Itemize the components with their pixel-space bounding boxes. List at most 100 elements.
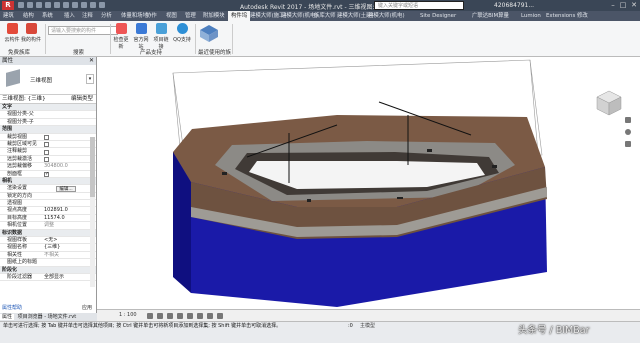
3d-view-icon: [6, 69, 20, 87]
property-row[interactable]: 视点高度 102891.0: [0, 207, 96, 215]
tab-20[interactable]: Extensions: [546, 11, 575, 21]
property-label: 注释裁剪: [7, 148, 28, 155]
property-checkbox[interactable]: [44, 142, 49, 148]
official-site-button[interactable]: 官方网站: [132, 23, 150, 50]
property-row[interactable]: 剖面框: [0, 171, 96, 178]
hide-icon[interactable]: [217, 313, 223, 319]
shadows-icon[interactable]: [177, 313, 183, 319]
tab-project-browser[interactable]: 项目浏览器 - 场地文件.rvt: [16, 314, 79, 320]
chevron-down-icon[interactable]: ▾: [86, 74, 94, 84]
recent-family-thumbnail[interactable]: [198, 23, 220, 43]
tab-19[interactable]: Lumion: [521, 11, 541, 21]
project-link-button[interactable]: 项目链接: [152, 23, 170, 50]
property-value[interactable]: 全部显示: [44, 274, 64, 281]
tab-18[interactable]: 广联达BIM算量: [472, 11, 509, 21]
property-value[interactable]: 不相关: [44, 252, 59, 259]
cloud-family-button[interactable]: 云构件: [4, 23, 20, 47]
tab-11[interactable]: 构件坞: [228, 11, 251, 21]
property-value[interactable]: 调整: [44, 222, 54, 229]
workset-count: :0: [348, 323, 353, 329]
tab-properties[interactable]: 属性: [0, 314, 15, 320]
lock-icon[interactable]: [207, 313, 213, 319]
property-value[interactable]: {三维}: [44, 244, 60, 251]
save-icon[interactable]: [27, 2, 33, 8]
property-value[interactable]: 102891.0: [44, 207, 68, 214]
close-icon[interactable]: ✕: [629, 1, 639, 10]
property-group: 标识数据: [0, 229, 96, 238]
3d-view-icon[interactable]: [90, 2, 96, 8]
properties-help-link[interactable]: 属性帮助: [2, 304, 22, 311]
property-row[interactable]: 视图分类-子: [0, 119, 96, 127]
type-selector[interactable]: 三维视图 ▾: [0, 65, 96, 95]
tab-16[interactable]: 建模大师(机电): [368, 11, 405, 21]
tab-8[interactable]: 视图: [166, 11, 177, 21]
sun-path-icon[interactable]: [167, 313, 173, 319]
tab-5[interactable]: 分析: [101, 11, 112, 21]
tab-2[interactable]: 系统: [42, 11, 53, 21]
tab-13[interactable]: 建模大师(机电): [281, 11, 318, 21]
revit-app-icon[interactable]: R: [2, 1, 14, 10]
property-edit-button[interactable]: 编辑...: [56, 185, 76, 192]
property-row[interactable]: 视图名称 {三维}: [0, 244, 96, 252]
3d-viewport[interactable]: [97, 57, 640, 309]
property-row[interactable]: 相机位置 调整: [0, 222, 96, 230]
qq-support-button[interactable]: QQ支持: [172, 23, 192, 47]
property-row[interactable]: 渲染设置 编辑...: [0, 185, 96, 193]
print-icon[interactable]: [63, 2, 69, 8]
status-message: 单击可进行选择; 按 Tab 键并单击可选择其他项目; 按 Ctrl 键并单击可…: [3, 323, 282, 329]
redo-icon[interactable]: [54, 2, 60, 8]
design-option[interactable]: 主模型: [360, 322, 375, 331]
property-checkbox[interactable]: [44, 171, 49, 178]
tab-3[interactable]: 插入: [64, 11, 75, 21]
open-icon[interactable]: [18, 2, 24, 8]
property-checkbox[interactable]: [44, 157, 49, 163]
tab-10[interactable]: 附加模块: [203, 11, 225, 21]
crop-icon[interactable]: [197, 313, 203, 319]
tab-0[interactable]: 建筑: [3, 11, 14, 21]
property-row[interactable]: 注释裁剪: [0, 148, 96, 156]
tab-7[interactable]: 协作: [146, 11, 157, 21]
instance-filter[interactable]: 三维视图: {三维} 编辑类型: [0, 95, 96, 104]
property-row[interactable]: 阶段过滤器 全部显示: [0, 274, 96, 282]
property-label: 渲染设置: [7, 185, 28, 192]
property-checkbox[interactable]: [44, 149, 49, 155]
apply-button[interactable]: 应用: [82, 304, 92, 311]
tab-1[interactable]: 结构: [23, 11, 34, 21]
property-value[interactable]: 304800.0: [44, 163, 68, 170]
property-row[interactable]: 图纸上的标题: [0, 259, 96, 267]
help-search-input[interactable]: 键入关键字或短语: [374, 1, 464, 10]
type-name: 三维视图: [30, 78, 53, 84]
property-row[interactable]: 视图分类-父: [0, 111, 96, 119]
view-scale[interactable]: 1 : 100: [119, 310, 137, 321]
property-row[interactable]: 锁定的方向: [0, 193, 96, 201]
close-panel-icon[interactable]: ✕: [89, 57, 94, 65]
my-family-button[interactable]: 我的构件: [21, 23, 41, 47]
render-icon[interactable]: [187, 313, 193, 319]
tab-14[interactable]: 族库大师: [314, 11, 336, 21]
family-search-input[interactable]: 请输入要搜索的构件: [48, 26, 118, 35]
properties-scrollbar[interactable]: [90, 137, 95, 287]
sync-icon[interactable]: [36, 2, 42, 8]
user-account[interactable]: 420684791...: [494, 2, 534, 9]
scroll-thumb[interactable]: [90, 137, 95, 197]
navigation-bar[interactable]: [625, 117, 631, 147]
check-update-button[interactable]: 检查更新: [112, 23, 130, 50]
property-row[interactable]: 远剪裁偏移 304800.0: [0, 163, 96, 171]
tab-21[interactable]: 修改: [577, 11, 588, 21]
edit-type-button[interactable]: 编辑类型: [71, 95, 93, 104]
detail-level-icon[interactable]: [147, 313, 153, 319]
undo-icon[interactable]: [45, 2, 51, 8]
text-icon[interactable]: [81, 2, 87, 8]
property-row[interactable]: 裁剪视图: [0, 134, 96, 141]
view-cube[interactable]: [596, 90, 622, 116]
maximize-icon[interactable]: □: [618, 1, 628, 10]
property-checkbox[interactable]: [44, 135, 49, 141]
measure-icon[interactable]: [72, 2, 78, 8]
tab-17[interactable]: Site Designer: [420, 11, 456, 21]
tab-4[interactable]: 注释: [82, 11, 93, 21]
minimize-icon[interactable]: –: [608, 1, 618, 10]
tab-6[interactable]: 体量和场地: [121, 11, 148, 21]
section-icon[interactable]: [99, 2, 105, 8]
visual-style-icon[interactable]: [157, 313, 163, 319]
tab-9[interactable]: 管理: [185, 11, 196, 21]
